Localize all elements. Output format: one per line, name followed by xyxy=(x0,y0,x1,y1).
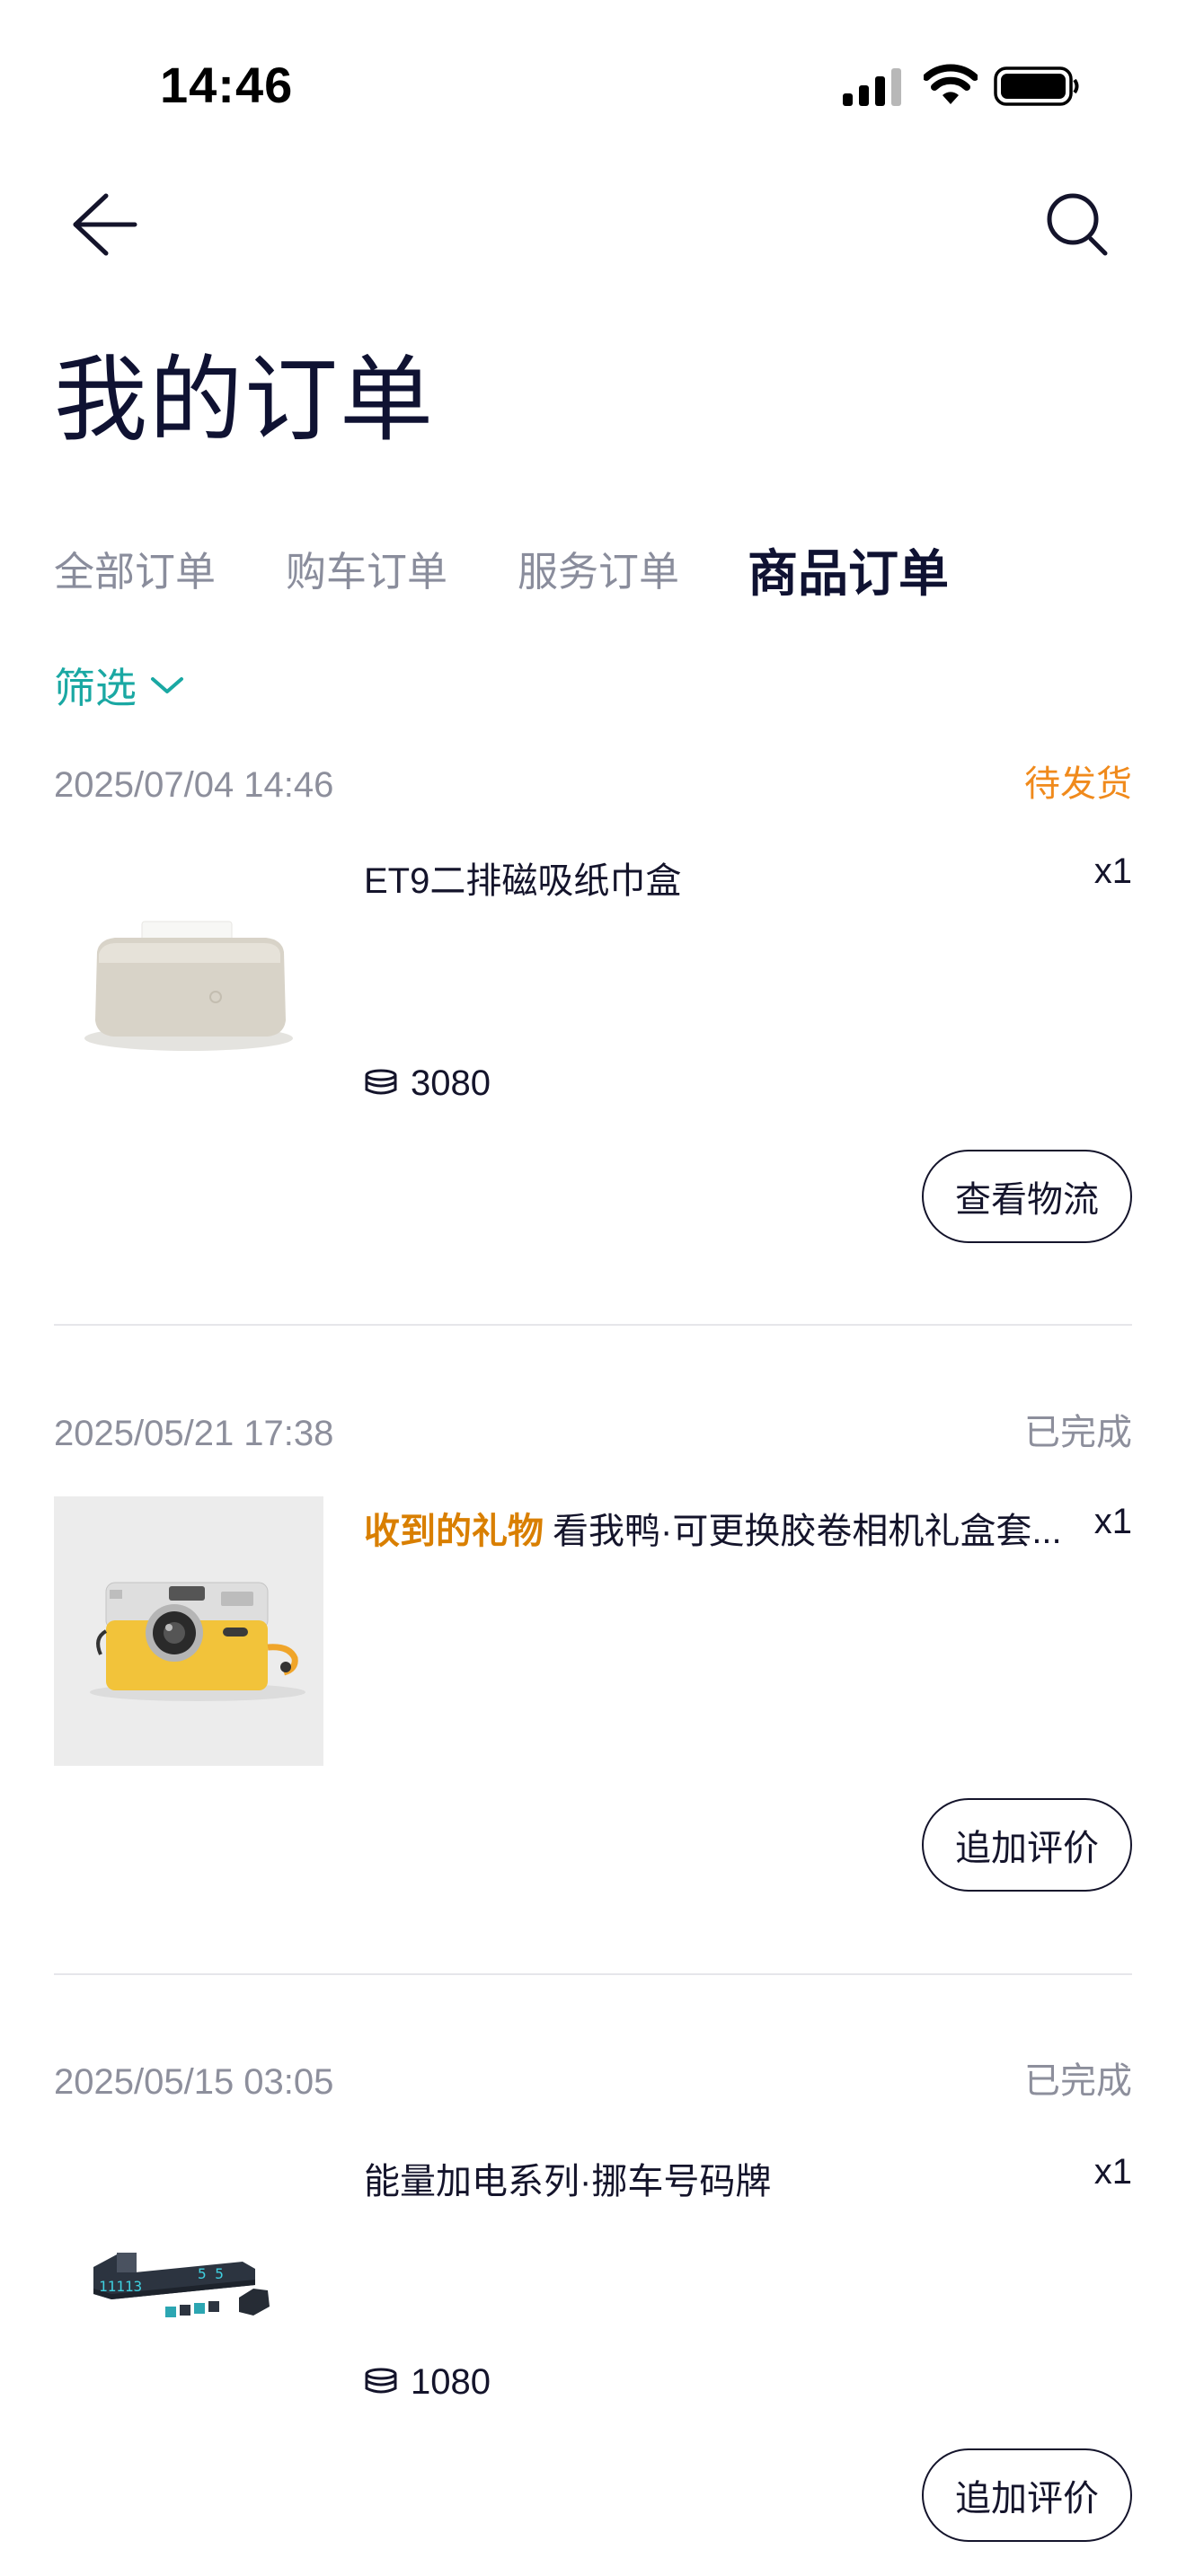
tab-car-orders[interactable]: 购车订单 xyxy=(286,539,447,597)
add-review-button[interactable]: 追加评价 xyxy=(922,1798,1132,1892)
product-image-tissue-box xyxy=(54,842,323,1112)
product-price: 1080 xyxy=(364,2362,491,2403)
order-date: 2025/05/15 03:05 xyxy=(54,2062,334,2102)
product-title: 收到的礼物 看我鸭·可更换胶卷相机礼盒套... xyxy=(364,1502,1062,1554)
order-date: 2025/07/04 14:46 xyxy=(54,765,334,805)
back-arrow-icon[interactable] xyxy=(68,189,140,260)
filter-label: 筛选 xyxy=(54,665,137,711)
tab-service-orders[interactable]: 服务订单 xyxy=(518,539,679,597)
plate-right-digits: 5 5 xyxy=(198,2265,224,2282)
divider xyxy=(54,1324,1132,1326)
battery-icon xyxy=(994,66,1079,106)
product-quantity: x1 xyxy=(1093,1502,1132,1541)
product-title: ET9二排磁吸纸巾盒 xyxy=(364,861,682,901)
coin-stack-icon xyxy=(365,2368,397,2393)
product-title: 能量加电系列·挪车号码牌 xyxy=(364,2162,772,2201)
tab-all-orders[interactable]: 全部订单 xyxy=(54,539,216,597)
product-image-film-camera xyxy=(54,1496,323,1766)
plate-left-digits: 11113 xyxy=(99,2278,142,2295)
order-status: 已完成 xyxy=(1024,2061,1132,2101)
tab-product-orders[interactable]: 商品订单 xyxy=(748,534,949,606)
view-logistics-button[interactable]: 查看物流 xyxy=(922,1150,1132,1243)
cellular-signal-icon xyxy=(843,68,901,106)
price-value: 3080 xyxy=(411,1063,491,1103)
coin-stack-icon xyxy=(365,1069,397,1094)
order-date: 2025/05/21 17:38 xyxy=(54,1414,334,1453)
product-price: 3080 xyxy=(364,1063,491,1104)
price-value: 1080 xyxy=(411,2362,491,2402)
search-icon[interactable] xyxy=(1042,189,1114,260)
page-title: 我的订单 xyxy=(54,348,436,453)
product-title-text: 看我鸭·可更换胶卷相机礼盒套... xyxy=(553,1512,1062,1551)
product-quantity: x1 xyxy=(1093,2152,1132,2192)
chevron-down-icon xyxy=(151,677,183,693)
order-status: 已完成 xyxy=(1024,1413,1132,1452)
add-review-button[interactable]: 追加评价 xyxy=(922,2448,1132,2542)
status-time: 14:46 xyxy=(160,57,294,113)
product-image-parking-number-plate: 11113 5 5 xyxy=(54,2145,323,2414)
product-quantity: x1 xyxy=(1093,851,1132,891)
wifi-icon xyxy=(924,64,978,104)
order-status: 待发货 xyxy=(1024,764,1132,804)
divider xyxy=(54,1973,1132,1975)
gift-tag: 收到的礼物 xyxy=(364,1512,544,1551)
filter-dropdown[interactable]: 筛选 xyxy=(54,656,185,715)
